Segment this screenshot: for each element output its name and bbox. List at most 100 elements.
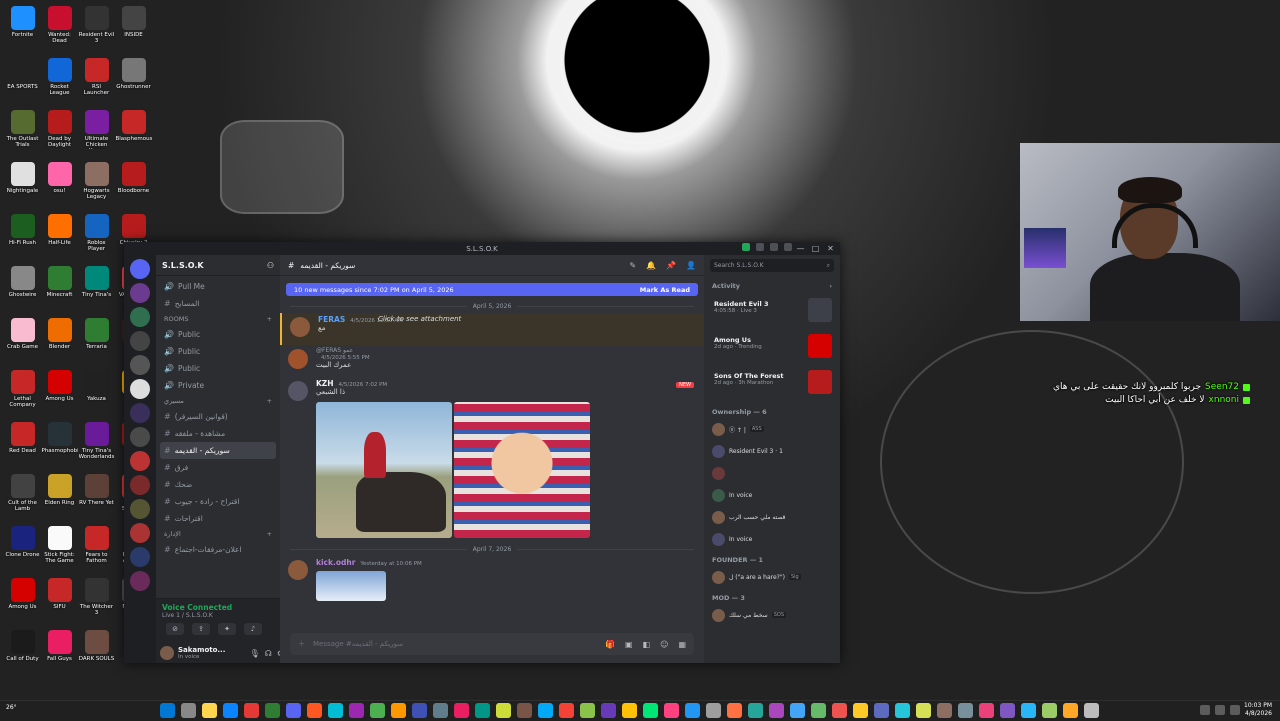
inbox-icon[interactable] [756, 243, 764, 251]
taskbar-app-icon[interactable] [223, 703, 238, 718]
server-icon[interactable] [130, 523, 150, 543]
desktop-shortcut[interactable]: Rocket League [41, 56, 78, 108]
taskbar-app-icon[interactable] [202, 703, 217, 718]
member-item[interactable]: ل ("a are a hare?") Sig [704, 566, 840, 588]
server-icon[interactable] [130, 283, 150, 303]
server-icon[interactable] [130, 331, 150, 351]
server-icon[interactable] [130, 427, 150, 447]
message-composer[interactable]: ＋ Message #سوريكم - القديمه 🎁 ▣ ◧ ☺ ▦ [290, 633, 694, 655]
soundboard-icon[interactable]: ♪ [244, 623, 262, 635]
desktop-shortcut[interactable]: Tiny Tina's Wonderlands [78, 420, 115, 472]
close-button[interactable]: ✕ [823, 242, 838, 255]
taskbar-app-icon[interactable] [580, 703, 595, 718]
desktop-shortcut[interactable]: DARK SOULS [78, 628, 115, 680]
desktop-shortcut[interactable]: Roblox Player [78, 212, 115, 264]
channel-item[interactable]: ضحك # [160, 476, 276, 493]
taskbar-app-icon[interactable] [181, 703, 196, 718]
desktop-shortcut[interactable]: Terraria [78, 316, 115, 368]
server-icon[interactable] [130, 403, 150, 423]
camera-off-icon[interactable]: ⊘ [166, 623, 184, 635]
sticker-icon[interactable]: ◧ [643, 640, 651, 649]
desktop-shortcut[interactable]: Ghostwire [4, 264, 41, 316]
attached-image-preview[interactable] [316, 571, 386, 601]
taskbar-app-icon[interactable] [1042, 703, 1057, 718]
add-member-icon[interactable]: ⚇ [267, 261, 274, 270]
desktop-shortcut[interactable]: Wanted: Dead [41, 4, 78, 56]
desktop-shortcut[interactable]: Stick Fight: The Game [41, 524, 78, 576]
threads-icon[interactable]: ✎ [629, 261, 636, 270]
maximize-button[interactable]: □ [808, 242, 823, 255]
taskbar-app-icon[interactable] [937, 703, 952, 718]
screen-share-icon[interactable]: ⇪ [192, 623, 210, 635]
deafen-icon[interactable]: ☊ [265, 649, 272, 658]
gift-icon[interactable]: 🎁 [605, 640, 615, 649]
desktop-shortcut[interactable]: EA SPORTS [4, 56, 41, 108]
server-icon[interactable] [130, 571, 150, 591]
channel-item[interactable]: Public 🔊 [160, 326, 276, 343]
chat-message[interactable]: KZH 4/5/2026 7:02 PM NEW ذا الشبعي [280, 377, 704, 542]
activity-card[interactable]: Among Us 2d ago · Trending [710, 330, 834, 364]
add-channel-icon[interactable]: + [267, 315, 272, 323]
taskbar-app-icon[interactable] [517, 703, 532, 718]
taskbar-app-icon[interactable] [496, 703, 511, 718]
notification-bell-icon[interactable]: 🔔 [646, 261, 656, 270]
add-channel-icon[interactable]: + [267, 530, 272, 538]
desktop-shortcut[interactable]: Tiny Tina's [78, 264, 115, 316]
channel-item[interactable]: Public 🔊 [160, 343, 276, 360]
taskbar-app-icon[interactable] [412, 703, 427, 718]
user-avatar[interactable] [288, 381, 308, 401]
desktop-shortcut[interactable]: Dead by Daylight [41, 108, 78, 160]
taskbar-app-icon[interactable] [958, 703, 973, 718]
taskbar-app-icon[interactable] [1084, 703, 1099, 718]
user-avatar[interactable] [290, 317, 310, 337]
voice-status[interactable]: Voice Connected [156, 599, 280, 612]
taskbar-app-icon[interactable] [832, 703, 847, 718]
taskbar-app-icon[interactable] [853, 703, 868, 718]
desktop-shortcut[interactable]: Clone Drone [4, 524, 41, 576]
desktop-shortcut[interactable]: Bloodborne [115, 160, 152, 212]
user-avatar[interactable] [288, 560, 308, 580]
taskbar-app-icon[interactable] [160, 703, 175, 718]
taskbar-app-icon[interactable] [685, 703, 700, 718]
channel-item[interactable]: اقتراح - رادة - جيوب # [160, 493, 276, 510]
emoji-icon[interactable]: ☺ [660, 640, 668, 649]
user-avatar[interactable] [288, 349, 308, 369]
mute-icon[interactable]: 🎙 [250, 649, 260, 658]
server-icon[interactable] [130, 379, 150, 399]
add-channel-icon[interactable]: + [267, 397, 272, 405]
channel-item[interactable]: (قوانين السيرفر) # [160, 408, 276, 425]
channel-item[interactable]: اعلان-مرفقات-اجتماع # [160, 541, 276, 558]
download-icon[interactable] [784, 243, 792, 251]
pin-icon[interactable]: 📌 [666, 261, 676, 270]
taskbar-app-icon[interactable] [370, 703, 385, 718]
member-item[interactable] [704, 462, 840, 484]
activities-icon[interactable]: ✦ [218, 623, 236, 635]
taskbar-app-icon[interactable] [790, 703, 805, 718]
apps-icon[interactable]: ▦ [678, 640, 686, 649]
desktop-shortcut[interactable]: RV There Yet [78, 472, 115, 524]
member-item[interactable]: ⓔ ↑ | ASS [704, 418, 840, 440]
weather-widget[interactable]: 26° [6, 704, 17, 711]
taskbar-app-icon[interactable] [601, 703, 616, 718]
channel-item[interactable]: اقتراحات # [160, 510, 276, 527]
message-username[interactable]: kick.odhr [316, 558, 355, 567]
desktop-shortcut[interactable]: Blasphemous [115, 108, 152, 160]
discord-home-icon[interactable] [130, 259, 150, 279]
member-item[interactable]: In voice [704, 528, 840, 550]
desktop-shortcut[interactable]: Phasmophobia [41, 420, 78, 472]
search-input[interactable]: Search S.L.S.O.K ⌕ [710, 259, 834, 272]
channel-item[interactable]: المسابح # [160, 295, 276, 312]
server-icon[interactable] [130, 451, 150, 471]
user-avatar[interactable] [160, 646, 174, 660]
desktop-shortcut[interactable]: Minecraft [41, 264, 78, 316]
help-icon[interactable] [770, 243, 778, 251]
taskbar-app-icon[interactable] [286, 703, 301, 718]
taskbar-app-icon[interactable] [748, 703, 763, 718]
desktop-shortcut[interactable]: Crab Game [4, 316, 41, 368]
desktop-shortcut[interactable]: Among Us [41, 368, 78, 420]
desktop-shortcut[interactable]: The Witcher 3 [78, 576, 115, 628]
message-username[interactable]: FERAS [318, 315, 345, 324]
attachment-link[interactable]: Click to see attachment [378, 315, 461, 323]
update-icon[interactable] [742, 243, 750, 251]
taskbar-app-icon[interactable] [454, 703, 469, 718]
